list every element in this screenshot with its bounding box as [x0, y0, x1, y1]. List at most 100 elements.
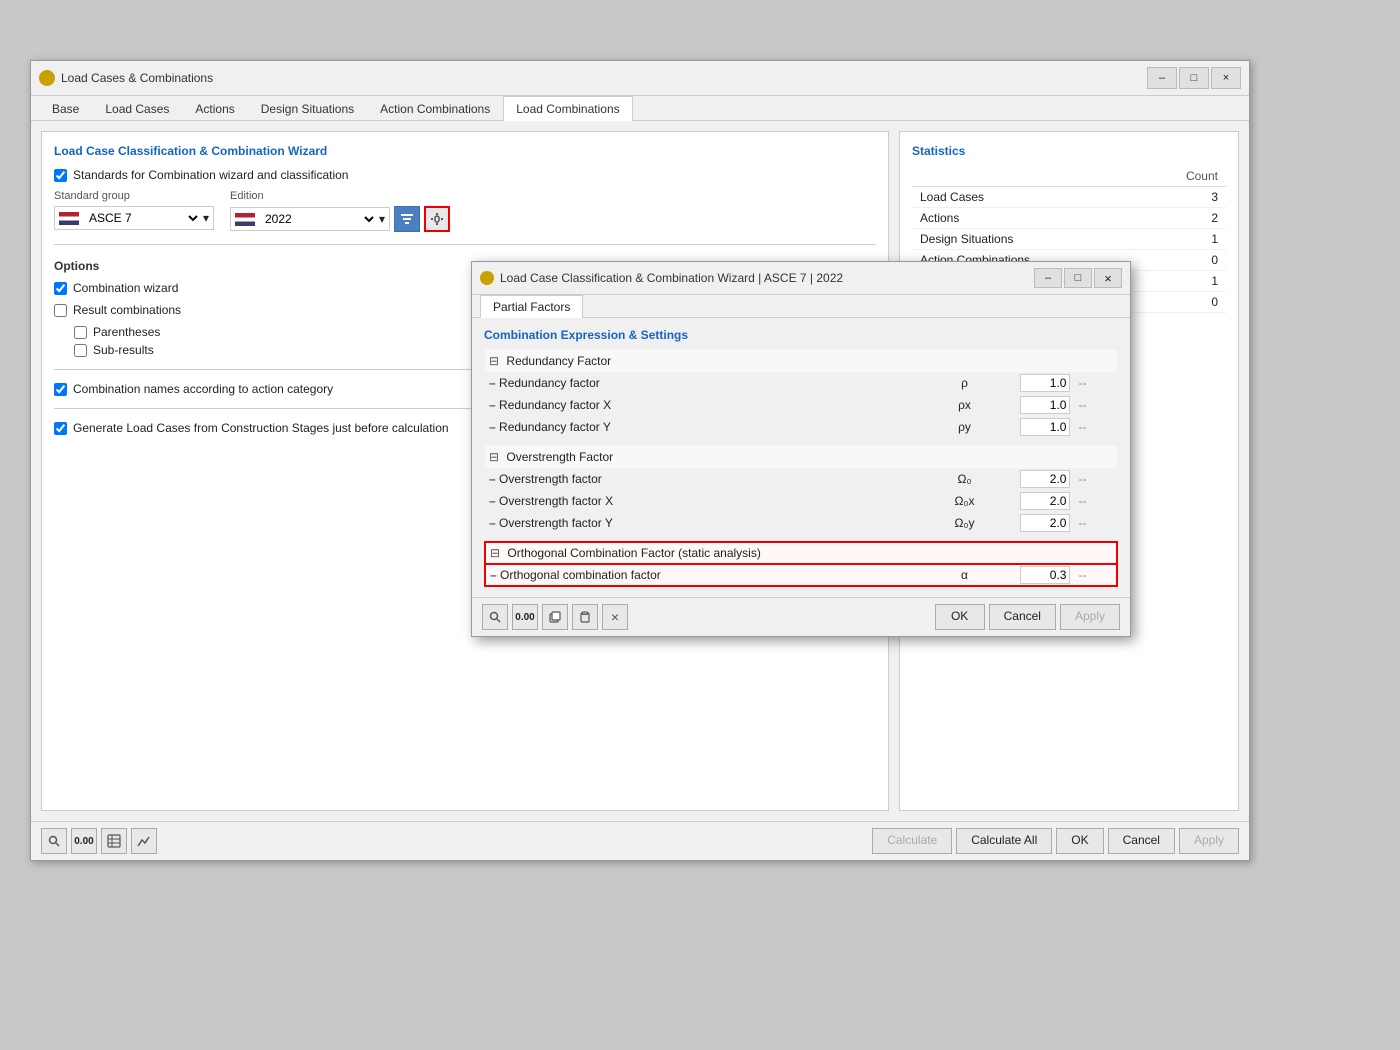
- title-bar-left: Load Cases & Combinations: [39, 70, 213, 86]
- stats-row-label: Actions: [912, 208, 1140, 229]
- title-bar-controls: – □ ×: [1147, 67, 1241, 89]
- redundancy-y-dash: –: [489, 420, 496, 434]
- redundancy-x-input[interactable]: [1020, 396, 1070, 414]
- decimal-bottom-button[interactable]: 0.00: [71, 828, 97, 854]
- standards-checkbox-row: Standards for Combination wizard and cla…: [54, 168, 876, 182]
- standard-dropdown[interactable]: ASCE 7: [85, 210, 201, 226]
- overlay-tab-partial-factors[interactable]: Partial Factors: [480, 295, 583, 318]
- tab-actions[interactable]: Actions: [182, 96, 247, 121]
- stats-row-value: 3: [1140, 187, 1226, 208]
- table-button[interactable]: [101, 828, 127, 854]
- redundancy-collapse-btn[interactable]: ⊟: [489, 354, 499, 368]
- combination-names-label: Combination names according to action ca…: [73, 382, 333, 396]
- overlay-maximize[interactable]: □: [1064, 268, 1092, 288]
- main-bottom-bar: 0.00 Calculate Calculate All OK Cancel A…: [31, 821, 1249, 860]
- paste-button[interactable]: [572, 604, 598, 630]
- overstrength-x-label: Overstrength factor X: [499, 494, 613, 508]
- overlay-minimize[interactable]: –: [1034, 268, 1062, 288]
- redundancy-value-input[interactable]: [1020, 374, 1070, 392]
- main-window: Load Cases & Combinations – □ × Base Loa…: [30, 60, 1250, 861]
- overstrength-input[interactable]: [1020, 470, 1070, 488]
- chart-icon: [137, 834, 151, 848]
- orthogonal-group-label: Orthogonal Combination Factor (static an…: [507, 546, 760, 560]
- bottom-right-controls: Calculate Calculate All OK Cancel Apply: [872, 828, 1239, 854]
- stats-row: Design Situations1: [912, 229, 1226, 250]
- tab-base[interactable]: Base: [39, 96, 92, 121]
- edition-select[interactable]: 2022 ▾: [230, 207, 390, 231]
- overlay-body: Combination Expression & Settings ⊟ Redu…: [472, 318, 1130, 597]
- result-combinations-checkbox[interactable]: [54, 304, 67, 317]
- statistics-title: Statistics: [912, 144, 1226, 158]
- overstrength-value-cell: [994, 468, 1074, 490]
- overlay-app-icon: [480, 271, 494, 285]
- chart-button[interactable]: [131, 828, 157, 854]
- overstrength-group-cell: ⊟ Overstrength Factor: [485, 446, 1117, 468]
- calculate-all-button[interactable]: Calculate All: [956, 828, 1052, 854]
- redundancy-y-label: Redundancy factor Y: [499, 420, 611, 434]
- parentheses-checkbox[interactable]: [74, 326, 87, 339]
- generate-load-cases-checkbox[interactable]: [54, 422, 67, 435]
- settings-icon: [430, 212, 444, 226]
- us-flag-icon: [59, 212, 79, 225]
- copy-button[interactable]: [542, 604, 568, 630]
- filter-button[interactable]: [394, 206, 420, 232]
- overstrength-y-unit: --: [1074, 512, 1117, 534]
- overstrength-x-input[interactable]: [1020, 492, 1070, 510]
- orthogonal-symbol: α: [934, 564, 994, 586]
- overlay-apply-button[interactable]: Apply: [1060, 604, 1120, 630]
- stats-row-value: 0: [1140, 292, 1226, 313]
- tab-design-situations[interactable]: Design Situations: [248, 96, 367, 121]
- settings-button[interactable]: [424, 206, 450, 232]
- search-bottom-button[interactable]: [41, 828, 67, 854]
- orthogonal-factor-row: – Orthogonal combination factor α --: [485, 564, 1117, 586]
- tab-action-combinations[interactable]: Action Combinations: [367, 96, 503, 121]
- factors-table: ⊟ Redundancy Factor – Redundancy factor …: [484, 350, 1118, 587]
- orthogonal-collapse-btn[interactable]: ⊟: [490, 546, 500, 560]
- spacer-2: [485, 534, 1117, 542]
- overstrength-factor-row: – Overstrength factor Ω₀ --: [485, 468, 1117, 490]
- overlay-ok-button[interactable]: OK: [935, 604, 985, 630]
- redundancy-x-value-cell: [994, 394, 1074, 416]
- search-button[interactable]: [482, 604, 508, 630]
- apply-button[interactable]: Apply: [1179, 828, 1239, 854]
- cancel-button[interactable]: Cancel: [1108, 828, 1175, 854]
- overlay-cancel-button[interactable]: Cancel: [989, 604, 1056, 630]
- overstrength-y-row: – Overstrength factor Y Ω₀y --: [485, 512, 1117, 534]
- redundancy-y-input[interactable]: [1020, 418, 1070, 436]
- overlay-title-left: Load Case Classification & Combination W…: [480, 271, 843, 285]
- overlay-close[interactable]: ×: [1094, 268, 1122, 288]
- wizard-title: Load Case Classification & Combination W…: [54, 144, 876, 158]
- stats-row: Actions2: [912, 208, 1226, 229]
- edition-dropdown[interactable]: 2022: [261, 211, 377, 227]
- overstrength-collapse-btn[interactable]: ⊟: [489, 450, 499, 464]
- combination-names-checkbox[interactable]: [54, 383, 67, 396]
- redundancy-x-dash: –: [489, 398, 496, 412]
- standards-checkbox[interactable]: [54, 169, 67, 182]
- overstrength-y-input[interactable]: [1020, 514, 1070, 532]
- standard-group-select[interactable]: ASCE 7 ▾: [54, 206, 214, 230]
- tab-load-cases[interactable]: Load Cases: [92, 96, 182, 121]
- redundancy-factor-label: Redundancy factor: [499, 376, 600, 390]
- minimize-button[interactable]: –: [1147, 67, 1177, 89]
- orthogonal-input[interactable]: [1020, 566, 1070, 584]
- overstrength-group-header: ⊟ Overstrength Factor: [485, 446, 1117, 468]
- calculate-button[interactable]: Calculate: [872, 828, 952, 854]
- orthogonal-group-header: ⊟ Orthogonal Combination Factor (static …: [485, 542, 1117, 564]
- copy-icon: [549, 611, 561, 623]
- table-icon: [107, 834, 121, 848]
- delete-button[interactable]: ×: [602, 604, 628, 630]
- overlay-footer-right: OK Cancel Apply: [935, 604, 1120, 630]
- maximize-button[interactable]: □: [1179, 67, 1209, 89]
- combination-wizard-checkbox[interactable]: [54, 282, 67, 295]
- orthogonal-value-cell: [994, 564, 1074, 586]
- ok-button[interactable]: OK: [1056, 828, 1103, 854]
- stats-col-label: [912, 166, 1140, 187]
- close-button[interactable]: ×: [1211, 67, 1241, 89]
- decimal-button[interactable]: 0.00: [512, 604, 538, 630]
- overstrength-x-value-cell: [994, 490, 1074, 512]
- tab-load-combinations[interactable]: Load Combinations: [503, 96, 632, 121]
- stats-col-count: Count: [1140, 166, 1226, 187]
- overlay-footer: 0.00 ×: [472, 597, 1130, 636]
- sub-results-checkbox[interactable]: [74, 344, 87, 357]
- redundancy-x-label: Redundancy factor X: [499, 398, 611, 412]
